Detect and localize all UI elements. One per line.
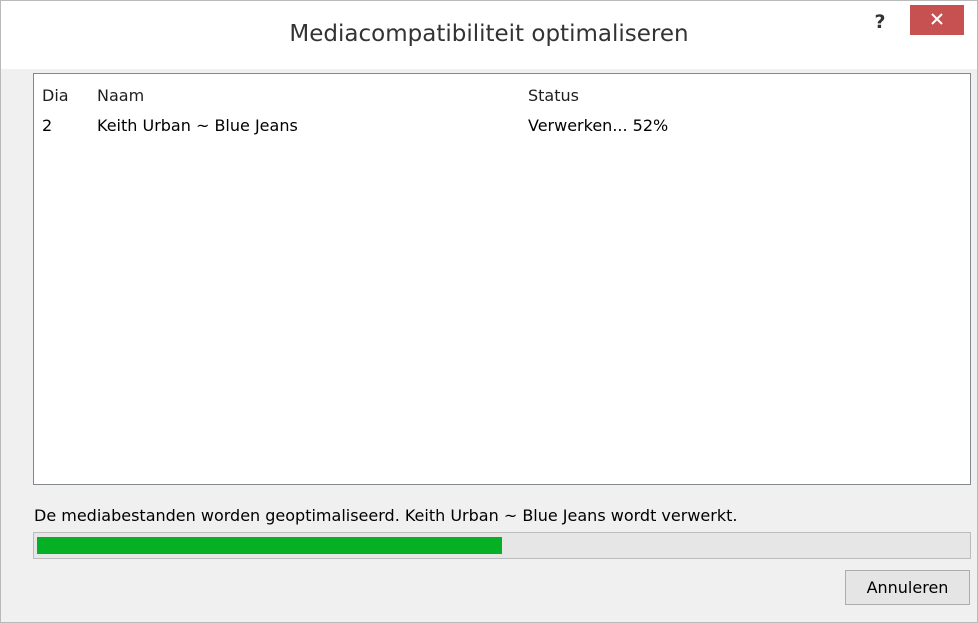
column-header-dia[interactable]: Dia [42, 86, 69, 105]
media-list[interactable]: Dia Naam Status 2 Keith Urban ~ Blue Jea… [33, 73, 971, 485]
column-header-status[interactable]: Status [528, 86, 579, 105]
optimize-media-dialog: Mediacompatibiliteit optimaliseren ? Dia… [0, 0, 978, 623]
close-button[interactable] [910, 5, 964, 35]
row-dia: 2 [42, 116, 53, 135]
dialog-title: Mediacompatibiliteit optimaliseren [289, 21, 689, 47]
close-icon [931, 12, 943, 25]
progress-bar [33, 532, 971, 559]
help-button[interactable]: ? [867, 9, 893, 35]
title-bar: Mediacompatibiliteit optimaliseren ? [1, 1, 977, 69]
status-message: De mediabestanden worden geoptimaliseerd… [34, 506, 738, 525]
progress-fill [37, 537, 502, 554]
list-row[interactable]: 2 Keith Urban ~ Blue Jeans Verwerken... … [34, 112, 970, 138]
list-header: Dia Naam Status [34, 74, 970, 110]
cancel-button[interactable]: Annuleren [845, 570, 970, 605]
column-header-naam[interactable]: Naam [97, 86, 144, 105]
row-status: Verwerken... 52% [528, 116, 669, 135]
row-naam: Keith Urban ~ Blue Jeans [97, 116, 298, 135]
